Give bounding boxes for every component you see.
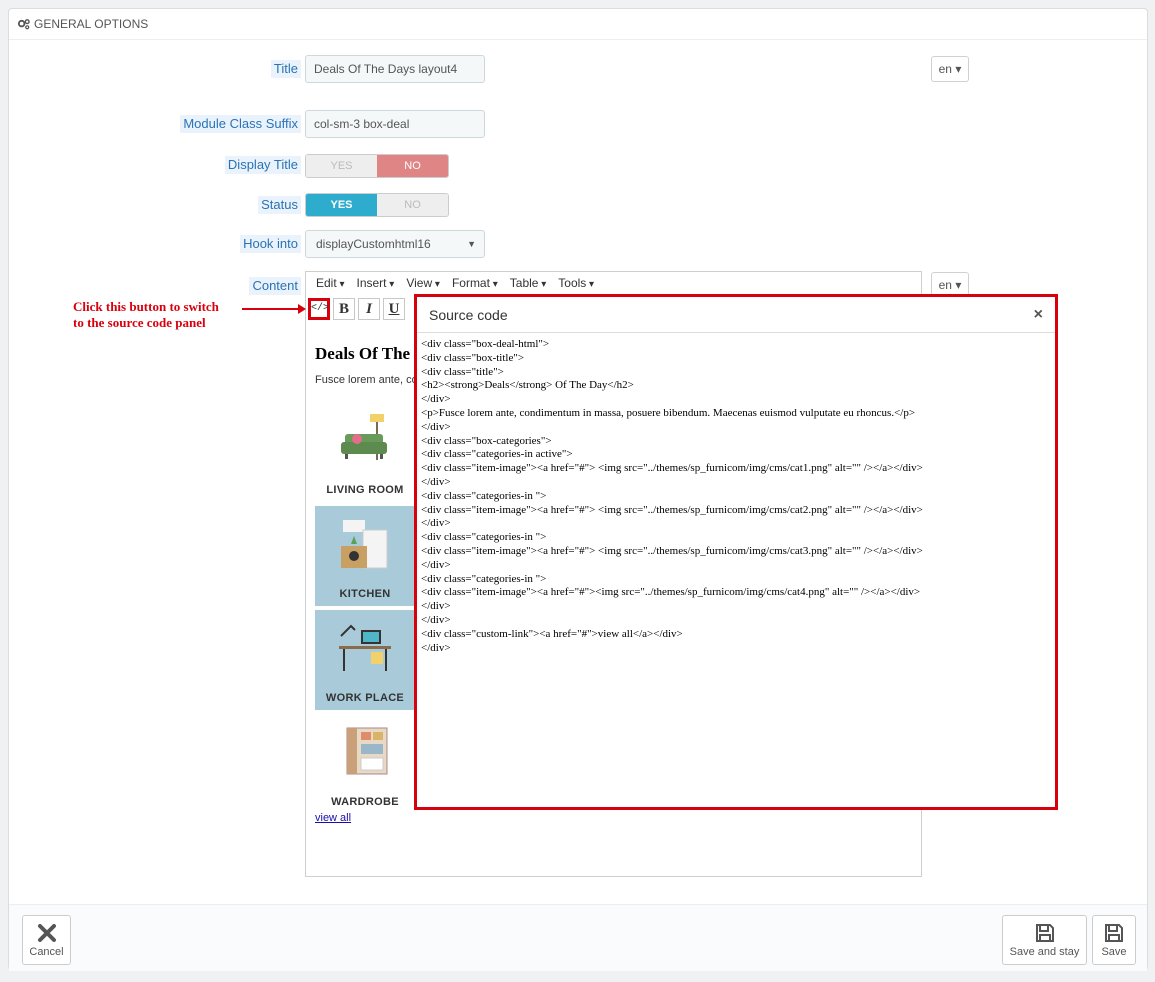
panel-heading: GENERAL OPTIONS xyxy=(9,9,1147,40)
close-icon xyxy=(37,924,56,942)
annotation-arrow-icon xyxy=(298,304,306,314)
title-language-button[interactable]: en ▾ xyxy=(931,56,969,82)
status-label: Status xyxy=(258,196,301,214)
menu-table[interactable]: Table xyxy=(504,276,553,294)
hook-label: Hook into xyxy=(240,235,301,253)
cancel-button[interactable]: Cancel xyxy=(22,915,71,965)
modal-header: Source code × xyxy=(417,297,1055,333)
close-icon[interactable]: × xyxy=(1034,306,1043,324)
menu-tools[interactable]: Tools xyxy=(552,276,600,294)
save-and-stay-button[interactable]: Save and stay xyxy=(1002,915,1087,965)
save-label: Save xyxy=(1101,946,1127,958)
content-label: Content xyxy=(249,277,301,295)
menu-insert[interactable]: Insert xyxy=(351,276,401,294)
menu-format[interactable]: Format xyxy=(446,276,504,294)
display-title-no[interactable]: NO xyxy=(377,155,448,177)
hook-value: displayCustomhtml16 xyxy=(316,237,431,251)
desk-icon xyxy=(339,624,391,671)
language-code: en xyxy=(938,62,952,76)
category-name: KITCHEN xyxy=(339,588,391,600)
content-paragraph: Fusce lorem ante, co xyxy=(315,374,418,386)
hook-select[interactable]: displayCustomhtml16 ▼ xyxy=(305,230,485,258)
kitchen-icon xyxy=(341,520,388,569)
gears-icon xyxy=(17,18,30,29)
title-input[interactable]: Deals Of The Days layout4 xyxy=(305,55,485,83)
save-button[interactable]: Save xyxy=(1092,915,1136,965)
caret-down-icon: ▾ xyxy=(955,62,962,76)
category-living-room[interactable]: LIVING ROOM xyxy=(315,402,415,502)
wardrobe-icon xyxy=(346,727,388,775)
source-code-button[interactable]: </> xyxy=(308,298,330,320)
source-code-modal: Source code × <div class="box-deal-html"… xyxy=(414,294,1058,810)
view-all-link[interactable]: view all xyxy=(315,812,351,824)
annotation-line-2: to the source code panel xyxy=(73,315,206,330)
source-code-textarea[interactable]: <div class="box-deal-html"> <div class="… xyxy=(417,333,1055,660)
italic-button[interactable]: I xyxy=(358,298,380,320)
caret-down-icon: ▾ xyxy=(955,278,962,292)
category-kitchen[interactable]: KITCHEN xyxy=(315,506,415,606)
status-yes[interactable]: YES xyxy=(306,194,377,216)
annotation-line-1: Click this button to switch xyxy=(73,299,219,314)
bold-button[interactable]: B xyxy=(333,298,355,320)
panel-footer: Cancel Save and stay Save xyxy=(9,904,1147,971)
suffix-label: Module Class Suffix xyxy=(180,115,301,133)
underline-button[interactable]: U xyxy=(383,298,405,320)
editor-toolbar: </> B I U xyxy=(308,298,405,322)
category-name: LIVING ROOM xyxy=(326,484,404,496)
content-heading: Deals Of The xyxy=(315,344,411,363)
menu-edit[interactable]: Edit xyxy=(310,276,351,294)
floppy-disk-icon xyxy=(1035,924,1054,942)
modal-title: Source code xyxy=(429,306,508,323)
category-name: WARDROBE xyxy=(331,796,399,808)
cancel-label: Cancel xyxy=(29,946,64,958)
section-title: GENERAL OPTIONS xyxy=(34,17,149,31)
category-wardrobe[interactable]: WARDROBE xyxy=(315,714,415,814)
menu-view[interactable]: View xyxy=(400,276,446,294)
suffix-input[interactable]: col-sm-3 box-deal xyxy=(305,110,485,138)
category-name: WORK PLACE xyxy=(325,692,405,704)
display-title-yes[interactable]: YES xyxy=(306,155,377,177)
display-title-toggle[interactable]: YES NO xyxy=(305,154,449,178)
annotation-arrow-line xyxy=(242,308,302,310)
save-and-stay-label: Save and stay xyxy=(1009,946,1080,958)
floppy-disk-icon xyxy=(1105,924,1123,942)
title-label: Title xyxy=(270,60,301,78)
status-toggle[interactable]: YES NO xyxy=(305,193,449,217)
category-work-place[interactable]: WORK PLACE xyxy=(315,610,415,710)
status-no[interactable]: NO xyxy=(377,194,448,216)
select-arrow-icon: ▼ xyxy=(467,239,476,249)
sofa-icon xyxy=(341,414,387,460)
display-title-label: Display Title xyxy=(224,156,301,174)
language-code: en xyxy=(938,278,952,292)
annotation-note: Click this button to switch to the sourc… xyxy=(73,299,253,331)
